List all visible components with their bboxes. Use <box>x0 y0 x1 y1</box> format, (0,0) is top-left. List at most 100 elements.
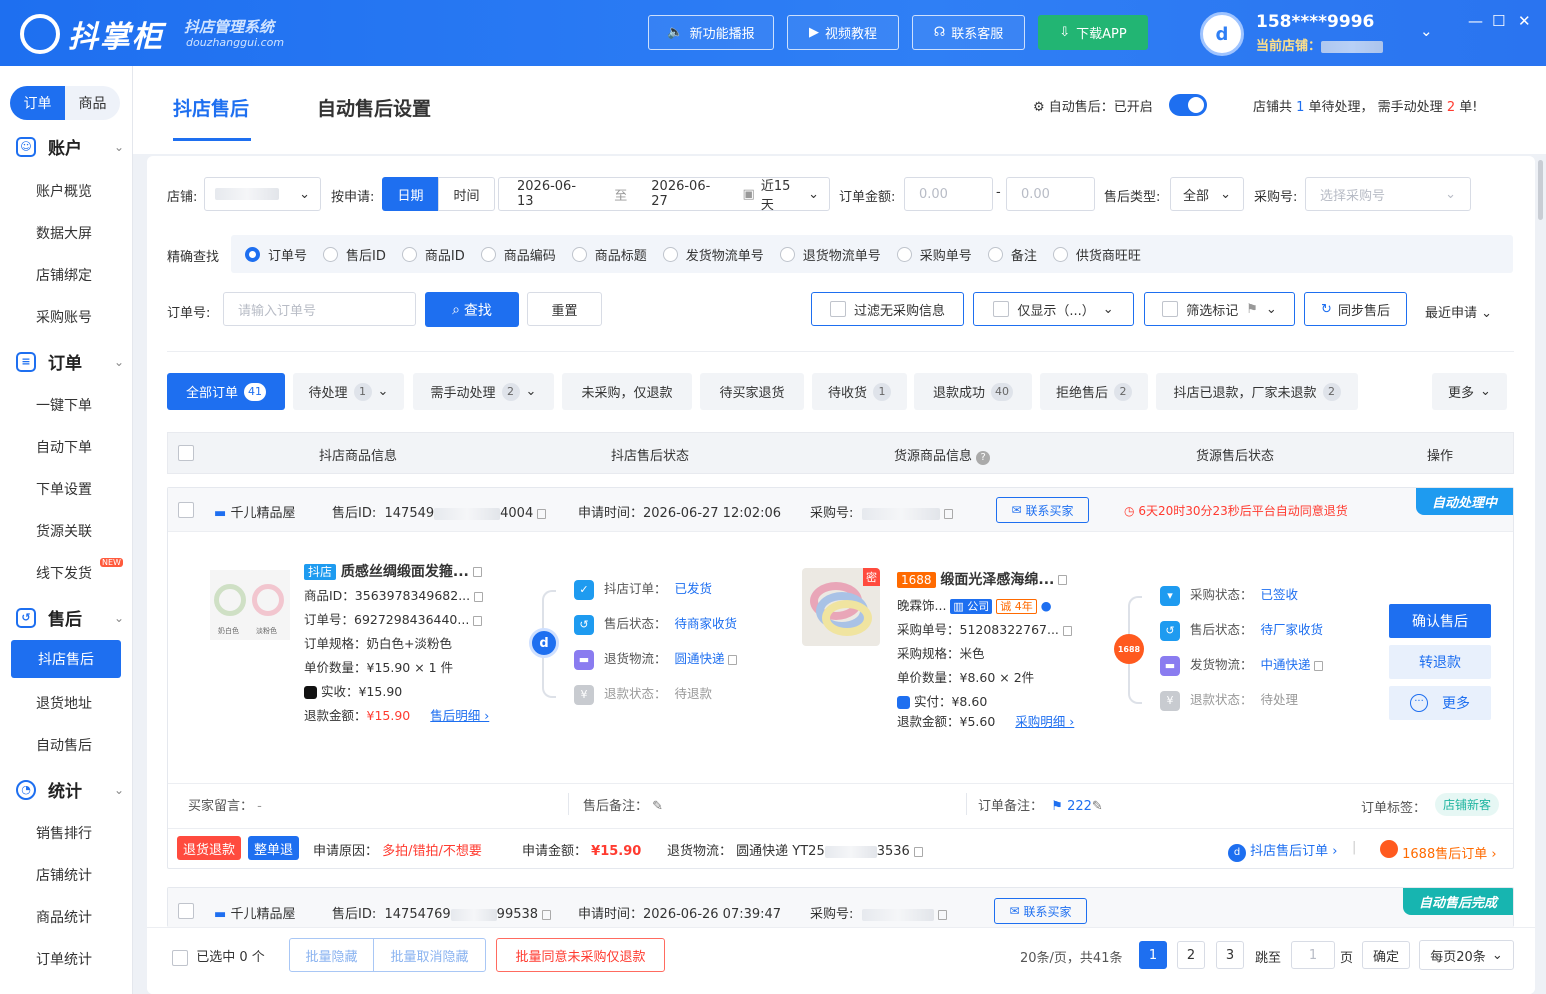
purchase-detail-link[interactable]: 采购明细 › <box>1015 714 1074 729</box>
time-button[interactable]: 时间 <box>438 177 495 211</box>
page-2[interactable]: 2 <box>1177 941 1205 969</box>
status-tab-no-purchase-refund[interactable]: 未采购，仅退款 <box>562 373 692 410</box>
selected-count[interactable]: 已选中 0 个 <box>172 946 265 966</box>
filter-no-purchase-checkbox[interactable]: 过滤无采购信息 <box>811 292 964 326</box>
group-order[interactable]: ≡ 订单 ⌄ <box>16 349 124 374</box>
only-show-select[interactable]: 仅显示（...） ⌄ <box>973 292 1134 326</box>
after-sale-detail-link[interactable]: 售后明细 › <box>430 708 489 723</box>
radio-product-title[interactable]: 商品标题 <box>571 245 647 264</box>
source-product-image[interactable]: 密 <box>802 568 880 646</box>
contact-buyer-button[interactable]: ✉ 联系买家 <box>996 497 1089 523</box>
group-account[interactable]: ☺ 账户 ⌄ <box>16 134 124 159</box>
status-tab-await-buyer-return[interactable]: 待买家退货 <box>700 373 804 410</box>
goto-page-input[interactable]: 1 <box>1291 941 1335 969</box>
sidebar-item-douyin-after-sale[interactable]: 抖店售后 <box>11 640 121 678</box>
news-button[interactable]: 🔈 新功能播报 <box>648 15 774 50</box>
sidebar-item-auto-order[interactable]: 自动下单 <box>36 437 92 457</box>
radio-product-id[interactable]: 商品ID <box>401 245 465 264</box>
download-app-button[interactable]: ⇩ 下载APP <box>1038 15 1148 50</box>
date-button[interactable]: 日期 <box>382 177 439 211</box>
sidebar-item-offline-shipping[interactable]: 线下发货 <box>36 563 92 583</box>
status-tab-store-refunded[interactable]: 抖店已退款，厂家未退款 2 <box>1156 373 1358 410</box>
sidebar-item-data-screen[interactable]: 数据大屏 <box>36 223 92 243</box>
close-icon[interactable]: ✕ <box>1518 12 1531 30</box>
page-tabs: 抖店售后 自动售后设置 ⚙ 自动售后：已开启 店铺共 1 单待处理， 需手动处理… <box>133 66 1546 154</box>
mark-filter-select[interactable]: 筛选标记 ⚑ ⌄ <box>1144 292 1295 326</box>
sidebar-item-product-stats[interactable]: 商品统计 <box>36 907 92 927</box>
radio-after-sale-id[interactable]: 售后ID <box>323 245 386 264</box>
switch-order[interactable]: 订单 <box>10 86 65 120</box>
goto-confirm-button[interactable]: 确定 <box>1362 941 1410 969</box>
purchase-no-select[interactable]: 选择采购号 ⌄ <box>1305 177 1471 211</box>
radio-note[interactable]: 备注 <box>987 245 1037 264</box>
radio-supplier-wangwang[interactable]: 供货商旺旺 <box>1052 245 1141 264</box>
radio-return-no[interactable]: 退货物流单号 <box>779 245 881 264</box>
store-select[interactable]: ⌄ <box>204 177 321 211</box>
switch-product[interactable]: 商品 <box>65 86 120 120</box>
group-statistics[interactable]: ◔ 统计 ⌄ <box>16 777 124 802</box>
order-checkbox[interactable] <box>178 903 194 919</box>
sidebar-item-purchase-account[interactable]: 采购账号 <box>36 307 92 327</box>
main-panel: 店铺: ⌄ 按申请: 日期 时间 2026-06-13 至 2026-06-27… <box>147 156 1535 994</box>
sidebar-item-order-settings[interactable]: 下单设置 <box>36 479 92 499</box>
status-tab-rejected[interactable]: 拒绝售后 2 <box>1040 373 1148 410</box>
more-actions-button[interactable]: ··· 更多 <box>1389 686 1491 720</box>
page-1[interactable]: 1 <box>1139 941 1167 969</box>
chevron-down-icon[interactable]: ⌄ <box>1420 22 1433 40</box>
page-size-select[interactable]: 每页20条 ⌄ <box>1419 940 1514 970</box>
sidebar-item-source-link[interactable]: 货源关联 <box>36 521 92 541</box>
radio-order-no[interactable]: 订单号 <box>245 245 307 264</box>
sidebar-item-auto-after-sale[interactable]: 自动售后 <box>36 735 92 755</box>
sidebar-item-account-overview[interactable]: 账户概览 <box>36 181 92 201</box>
select-all-checkbox[interactable] <box>178 445 194 461</box>
product-image[interactable]: 奶白色 淡粉色 <box>210 570 290 640</box>
1688-after-sale-order-link[interactable]: 1688售后订单 › <box>1380 840 1497 862</box>
after-sale-type-select[interactable]: 全部 ⌄ <box>1170 177 1244 211</box>
sync-after-sale-button[interactable]: ↻ 同步售后 <box>1304 292 1407 326</box>
status-tab-pending[interactable]: 待处理 1 ⌄ <box>293 373 404 410</box>
minimize-icon[interactable]: — <box>1468 12 1483 30</box>
maximize-icon[interactable]: ☐ <box>1492 12 1505 30</box>
status-tab-await-receipt[interactable]: 待收货 1 <box>812 373 907 410</box>
tab-auto-after-sale-settings[interactable]: 自动售后设置 <box>317 94 431 121</box>
sidebar-item-store-binding[interactable]: 店铺绑定 <box>36 265 92 285</box>
auto-after-sale-toggle[interactable] <box>1169 94 1207 116</box>
sort-select[interactable]: 最近申请 ⌄ <box>1425 302 1492 321</box>
page-3[interactable]: 3 <box>1216 941 1244 969</box>
douyin-after-sale-order-link[interactable]: d 抖店售后订单 › <box>1228 840 1337 862</box>
order-checkbox[interactable] <box>178 502 194 518</box>
sidebar-item-order-stats[interactable]: 订单统计 <box>36 949 92 969</box>
radio-product-code[interactable]: 商品编码 <box>480 245 556 264</box>
precise-search-options: 订单号 售后ID 商品ID 商品编码 商品标题 发货物流单号 退货物流单号 采购… <box>231 235 1513 273</box>
batch-agree-refund-button[interactable]: 批量同意未采购仅退款 <box>496 938 665 972</box>
radio-shipping-no[interactable]: 发货物流单号 <box>662 245 764 264</box>
sidebar-item-one-click-order[interactable]: 一键下单 <box>36 395 92 415</box>
avatar[interactable]: d <box>1200 12 1244 56</box>
date-range-picker[interactable]: 2026-06-13 至 2026-06-27 ▣ 近15天 ⌄ <box>498 177 830 213</box>
amount-max-input[interactable]: 0.00 <box>1006 177 1095 211</box>
batch-unhide-button[interactable]: 批量取消隐藏 <box>373 938 486 972</box>
edit-icon[interactable]: ✎ <box>1092 799 1103 814</box>
reset-button[interactable]: 重置 <box>527 292 602 326</box>
convert-refund-button[interactable]: 转退款 <box>1389 645 1491 679</box>
customer-service-button[interactable]: ☊ 联系客服 <box>912 15 1025 50</box>
status-tab-more[interactable]: 更多 ⌄ <box>1432 373 1507 410</box>
video-tutorial-button[interactable]: ▶ 视频教程 <box>787 15 899 50</box>
radio-purchase-no[interactable]: 采购单号 <box>896 245 972 264</box>
confirm-after-sale-button[interactable]: 确认售后 <box>1389 604 1491 638</box>
contact-buyer-button[interactable]: ✉ 联系买家 <box>994 898 1087 924</box>
order-no-input[interactable]: 请输入订单号 <box>223 292 416 326</box>
status-tab-manual[interactable]: 需手动处理 2 ⌄ <box>413 373 554 410</box>
tab-douyin-after-sale[interactable]: 抖店售后 <box>173 94 249 121</box>
status-tab-all[interactable]: 全部订单 41 <box>167 373 285 410</box>
batch-hide-button[interactable]: 批量隐藏 <box>289 938 374 972</box>
sidebar-item-sales-rank[interactable]: 销售排行 <box>36 823 92 843</box>
scrollbar[interactable] <box>1538 160 1543 220</box>
sidebar-item-store-stats[interactable]: 店铺统计 <box>36 865 92 885</box>
sidebar-item-return-address[interactable]: 退货地址 <box>36 693 92 713</box>
edit-icon[interactable]: ✎ <box>652 799 663 814</box>
status-tab-refund-success[interactable]: 退款成功 40 <box>914 373 1032 410</box>
amount-min-input[interactable]: 0.00 <box>904 177 993 211</box>
group-after-sale[interactable]: ↺ 售后 ⌄ <box>16 605 124 630</box>
search-button[interactable]: ⌕ 查找 <box>425 292 519 327</box>
